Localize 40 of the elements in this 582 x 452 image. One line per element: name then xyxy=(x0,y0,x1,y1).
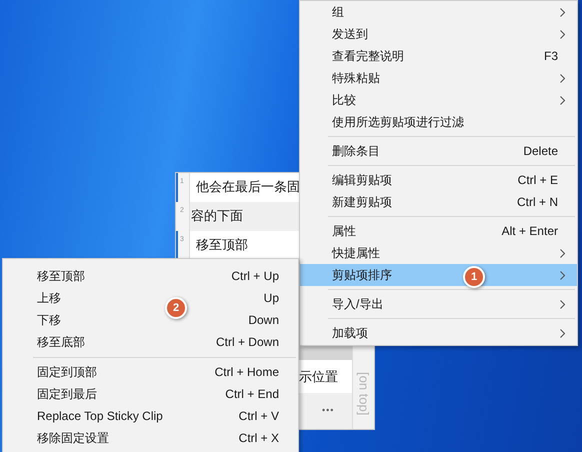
menu-item[interactable]: 删除条目 Delete xyxy=(300,140,577,162)
menu-item[interactable]: 上移 xyxy=(37,289,61,307)
clip-text: 示位置 xyxy=(299,368,338,386)
chevron-right-icon xyxy=(560,300,565,309)
menu-item[interactable]: 导入/导出 xyxy=(300,293,577,315)
chevron-right-icon xyxy=(560,8,565,17)
menu-item[interactable]: 加载项 xyxy=(300,322,577,344)
shortcut-text: Down xyxy=(248,312,279,329)
menu-item[interactable]: 移至顶部 xyxy=(37,267,85,285)
menu-item[interactable]: 发送到 xyxy=(300,23,577,45)
chevron-right-icon xyxy=(560,329,565,338)
chevron-right-icon xyxy=(560,249,565,258)
on-top-tag: [on top] xyxy=(354,372,374,415)
shortcut-text: Up xyxy=(264,290,279,307)
shortcut-text: Ctrl + X xyxy=(238,430,279,447)
menu-item[interactable]: 特殊粘贴 xyxy=(300,67,577,89)
more-button[interactable]: ••• xyxy=(322,404,334,418)
clip-text: 他会在最后一条固 xyxy=(196,178,300,196)
menu-item[interactable]: 组 xyxy=(300,1,577,23)
chevron-right-icon xyxy=(560,271,565,280)
step-number-badge: 2 xyxy=(165,297,187,319)
menu-item[interactable]: 移至底部 xyxy=(37,333,85,351)
menu-item[interactable]: 移除固定设置 xyxy=(37,429,109,447)
shortcut-text: Ctrl + Down xyxy=(216,334,279,351)
menu-item[interactable]: 使用所选剪贴项进行过滤 xyxy=(300,111,577,133)
shortcut-text: Ctrl + V xyxy=(238,408,279,425)
menu-item[interactable]: 固定到最后 xyxy=(37,385,97,403)
chevron-right-icon xyxy=(560,30,565,39)
menu-item[interactable]: 下移 xyxy=(37,311,61,329)
clip-text: 移至顶部 xyxy=(196,236,248,254)
menu-item[interactable]: 查看完整说明 F3 xyxy=(300,45,577,67)
clip-text: 容的下面 xyxy=(191,207,243,225)
chevron-right-icon xyxy=(560,96,565,105)
shortcut-text: Ctrl + Up xyxy=(231,268,279,285)
shortcut-text: Ctrl + End xyxy=(225,386,279,403)
menu-item[interactable]: Replace Top Sticky Clip xyxy=(37,407,163,425)
shortcut-text: Ctrl + Home xyxy=(214,364,279,381)
chevron-right-icon xyxy=(560,74,565,83)
menu-item[interactable]: 比较 xyxy=(300,89,577,111)
menu-item[interactable]: 固定到顶部 xyxy=(37,363,97,381)
